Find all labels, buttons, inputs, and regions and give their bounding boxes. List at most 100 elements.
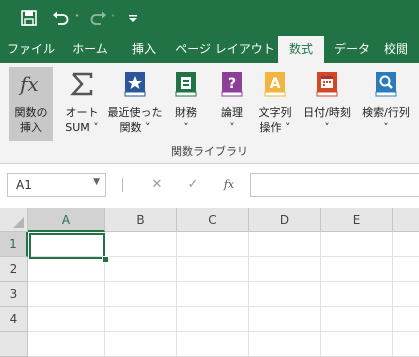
insert-function-button[interactable]: fx 関数の 挿入 bbox=[9, 67, 53, 141]
column-header-f[interactable] bbox=[393, 208, 419, 232]
cell[interactable] bbox=[28, 332, 105, 357]
tab-formulas[interactable]: 数式 bbox=[278, 36, 324, 63]
financial-label-1: 財務 bbox=[175, 106, 197, 119]
fx-icon: fx bbox=[18, 72, 39, 96]
row-header-1[interactable]: 1 bbox=[0, 232, 28, 257]
logic-book-icon: ? bbox=[221, 72, 243, 97]
sigma-icon bbox=[70, 72, 93, 96]
select-all-corner[interactable] bbox=[0, 208, 28, 232]
undo-icon[interactable] bbox=[50, 0, 72, 36]
row-header-5[interactable] bbox=[0, 332, 28, 357]
recently-used-label-2: 関数 ˅ bbox=[119, 121, 151, 134]
row-header-3[interactable]: 3 bbox=[0, 282, 28, 307]
date-time-label-2: ˅ bbox=[324, 121, 330, 134]
logical-button[interactable]: ? 論理 ˅ bbox=[212, 67, 252, 141]
calendar-book-icon bbox=[316, 72, 338, 97]
cell[interactable] bbox=[393, 282, 419, 307]
cell[interactable] bbox=[177, 332, 249, 357]
logical-label-2: ˅ bbox=[229, 121, 235, 134]
autosum-label-1: オート bbox=[65, 106, 99, 119]
active-cell-a1[interactable] bbox=[29, 233, 105, 259]
cell[interactable] bbox=[393, 332, 419, 357]
cell[interactable] bbox=[321, 307, 393, 332]
cell[interactable] bbox=[28, 307, 105, 332]
cell[interactable] bbox=[249, 282, 321, 307]
function-library-group-label: 関数ライブラリ bbox=[171, 145, 248, 158]
save-icon[interactable] bbox=[18, 0, 40, 36]
cell[interactable] bbox=[249, 232, 321, 257]
cell[interactable] bbox=[321, 257, 393, 282]
name-box[interactable]: A1 ▼ bbox=[7, 173, 106, 197]
cell[interactable] bbox=[105, 257, 177, 282]
formula-input[interactable] bbox=[250, 173, 419, 197]
recently-used-label-1: 最近使った bbox=[107, 106, 163, 119]
cell[interactable] bbox=[105, 307, 177, 332]
insert-function-fx-button[interactable]: fx bbox=[214, 173, 244, 197]
cell[interactable] bbox=[321, 232, 393, 257]
autosum-button[interactable]: オート SUM ˅ bbox=[58, 67, 106, 141]
finance-book-icon bbox=[175, 72, 197, 97]
undo-dropdown-icon[interactable]: ˅ bbox=[72, 0, 82, 36]
cell[interactable] bbox=[177, 232, 249, 257]
date-time-label-1: 日付/時刻 bbox=[303, 106, 351, 119]
cell[interactable] bbox=[28, 257, 105, 282]
svg-text:fx: fx bbox=[18, 72, 39, 96]
enter-button[interactable]: ✓ bbox=[178, 173, 208, 197]
star-book-icon bbox=[124, 72, 146, 97]
autosum-label-2: SUM ˅ bbox=[65, 121, 99, 134]
formula-bar-grip[interactable] bbox=[122, 178, 123, 192]
fill-handle[interactable] bbox=[102, 256, 109, 263]
insert-function-label-2: 挿入 bbox=[20, 121, 42, 134]
chevron-down-icon[interactable]: ▼ bbox=[93, 177, 100, 187]
column-header-c[interactable]: C bbox=[177, 208, 249, 232]
column-header-e[interactable]: E bbox=[321, 208, 393, 232]
tab-file[interactable]: ファイル bbox=[0, 36, 62, 63]
cell[interactable] bbox=[177, 257, 249, 282]
cell[interactable] bbox=[393, 307, 419, 332]
tab-home[interactable]: ホーム bbox=[62, 36, 118, 63]
cell[interactable] bbox=[249, 257, 321, 282]
svg-text:?: ? bbox=[228, 76, 236, 92]
cell[interactable] bbox=[28, 282, 105, 307]
lookup-reference-label-1: 検索/行列 bbox=[362, 106, 410, 119]
text-button[interactable]: A 文字列 操作 ˅ bbox=[252, 67, 298, 141]
text-label-1: 文字列 bbox=[258, 106, 292, 119]
row-header-2[interactable]: 2 bbox=[0, 257, 28, 282]
cancel-entry-button[interactable]: ✕ bbox=[142, 173, 172, 197]
ribbon-panel: fx 関数の 挿入 オート SUM ˅ 最近使った 関数 ˅ 財務 ˅ ? 論理… bbox=[0, 63, 419, 164]
worksheet-grid: A B C D E 1 2 3 4 bbox=[0, 208, 419, 357]
redo-dropdown-icon[interactable]: ˅ bbox=[108, 0, 118, 36]
ribbon-tabs: ファイル ホーム 挿入 ページ レイアウト 数式 データ 校閲 bbox=[0, 36, 419, 63]
financial-button[interactable]: 財務 ˅ bbox=[166, 67, 206, 141]
customize-icon[interactable] bbox=[126, 0, 140, 36]
cell[interactable] bbox=[393, 232, 419, 257]
title-bar: ˅ ˅ bbox=[0, 0, 419, 36]
text-book-icon: A bbox=[264, 72, 286, 97]
text-label-2: 操作 ˅ bbox=[259, 121, 291, 134]
cell[interactable] bbox=[105, 282, 177, 307]
logical-label-1: 論理 bbox=[221, 106, 243, 119]
cell[interactable] bbox=[177, 282, 249, 307]
recently-used-button[interactable]: 最近使った 関数 ˅ bbox=[106, 67, 164, 141]
tab-review[interactable]: 校閲 bbox=[384, 36, 419, 63]
cell[interactable] bbox=[321, 332, 393, 357]
tab-insert[interactable]: 挿入 bbox=[118, 36, 170, 63]
tab-data[interactable]: データ bbox=[324, 36, 380, 63]
column-header-d[interactable]: D bbox=[249, 208, 321, 232]
insert-function-label-1: 関数の bbox=[14, 106, 48, 119]
tab-page-layout[interactable]: ページ レイアウト bbox=[170, 36, 280, 63]
cell[interactable] bbox=[249, 332, 321, 357]
row-header-4[interactable]: 4 bbox=[0, 307, 28, 332]
cell[interactable] bbox=[393, 257, 419, 282]
cell[interactable] bbox=[105, 232, 177, 257]
cell[interactable] bbox=[249, 307, 321, 332]
column-header-b[interactable]: B bbox=[105, 208, 177, 232]
lookup-reference-button[interactable]: 検索/行列 ˅ bbox=[356, 67, 416, 141]
cell[interactable] bbox=[105, 332, 177, 357]
cell[interactable] bbox=[321, 282, 393, 307]
redo-icon[interactable] bbox=[88, 0, 108, 36]
date-time-button[interactable]: 日付/時刻 ˅ bbox=[298, 67, 356, 141]
column-header-a[interactable]: A bbox=[28, 208, 105, 232]
cell[interactable] bbox=[177, 307, 249, 332]
lookup-reference-label-2: ˅ bbox=[383, 121, 389, 134]
